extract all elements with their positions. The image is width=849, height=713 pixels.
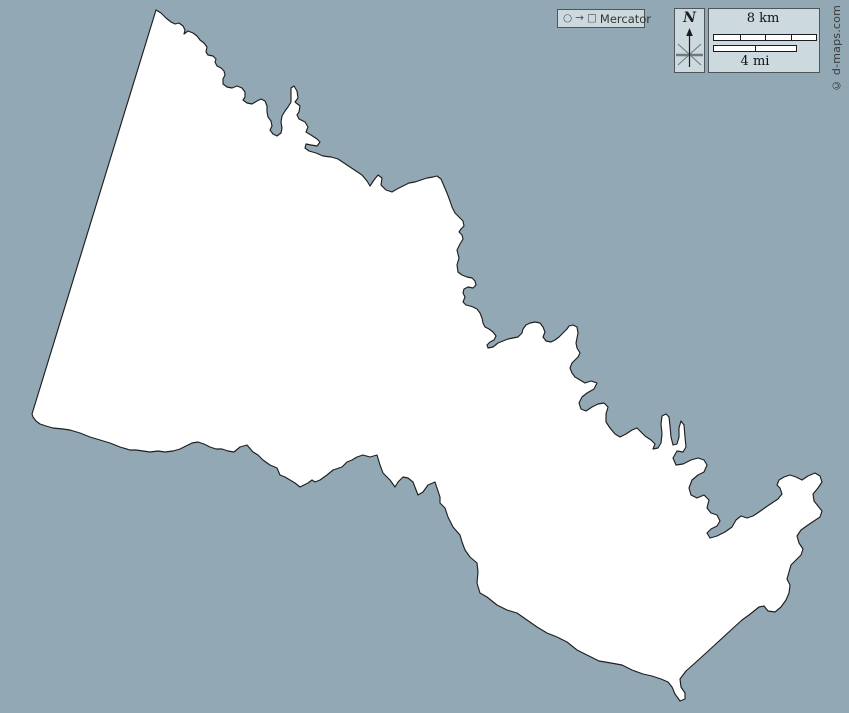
map-canvas: ○ → □ Mercator N 8 km 4 mi © d-maps.com [0, 0, 849, 713]
scale-tick [765, 35, 766, 40]
copyright-credit: © d-maps.com [831, 5, 842, 92]
km-scale-bar [713, 34, 817, 41]
circle-icon: ○ [563, 13, 572, 24]
region-outline [32, 10, 822, 701]
projection-badge: ○ → □ Mercator [557, 9, 645, 28]
arrow-icon: → [575, 13, 584, 24]
compass-rose-icon [675, 26, 704, 70]
square-icon: □ [587, 13, 597, 24]
scale-tick [791, 35, 792, 40]
north-label: N [683, 11, 696, 26]
scale-mi-label: 4 mi [709, 54, 801, 69]
scale-km-label: 8 km [709, 11, 817, 26]
mi-scale-bar [713, 45, 797, 52]
map-image [0, 0, 849, 713]
scale-tick [755, 46, 756, 51]
compass-box: N [674, 8, 705, 73]
projection-label: Mercator [600, 12, 651, 26]
scale-tick [740, 35, 741, 40]
scale-bar-box: 8 km 4 mi [708, 8, 820, 73]
